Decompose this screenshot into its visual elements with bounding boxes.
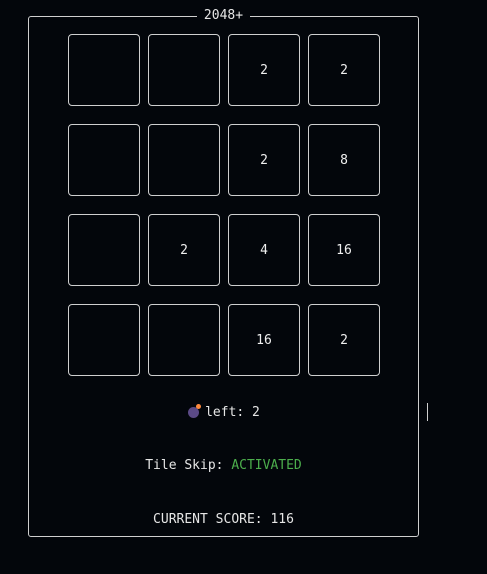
board-tile <box>148 124 220 196</box>
board-tile <box>148 304 220 376</box>
tile-skip-label: Tile Skip: <box>145 458 232 473</box>
board-tile: 2 <box>308 304 380 376</box>
tile-skip-status: Tile Skip: ACTIVATED <box>29 458 418 474</box>
board-tile: 2 <box>228 34 300 106</box>
board-tile: 2 <box>228 124 300 196</box>
board-tile <box>68 304 140 376</box>
text-cursor <box>427 403 428 421</box>
board-tile <box>68 34 140 106</box>
current-score-label: CURRENT SCORE: 116 <box>153 512 294 527</box>
game-frame: 2048+ 2 2 2 8 2 4 16 16 2 left: 2 Tile Skip: ACT… <box>28 8 419 537</box>
board-tile: 2 <box>308 34 380 106</box>
board-tile: 16 <box>308 214 380 286</box>
tile-skip-value: ACTIVATED <box>231 458 302 473</box>
board-tile: 8 <box>308 124 380 196</box>
board-tile: 16 <box>228 304 300 376</box>
game-title: 2048+ <box>29 8 418 24</box>
board-tile <box>68 214 140 286</box>
bombs-left-status: left: 2 <box>29 404 418 421</box>
board-tile <box>148 34 220 106</box>
board-tile: 4 <box>228 214 300 286</box>
bombs-left-label: left: 2 <box>205 405 260 420</box>
current-score: CURRENT SCORE: 116 <box>29 512 418 528</box>
bomb-icon <box>187 404 202 418</box>
board-tile <box>68 124 140 196</box>
board-tile: 2 <box>148 214 220 286</box>
